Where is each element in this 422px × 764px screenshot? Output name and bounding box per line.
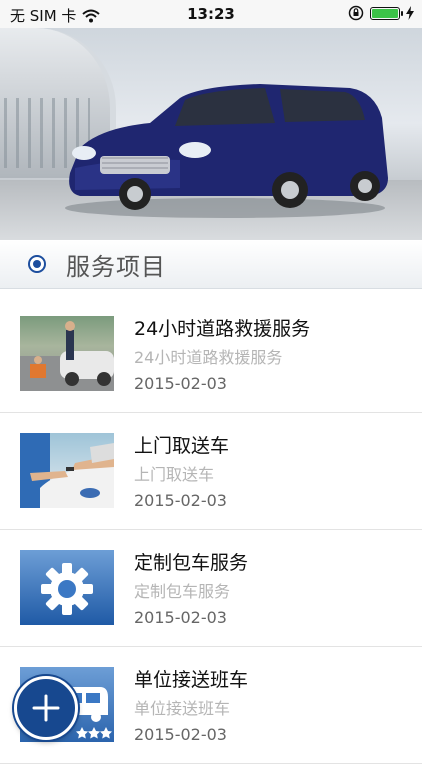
service-subtitle: 单位接送班车 [134,699,231,718]
gear-icon [20,550,114,625]
section-title: 服务项目 [66,252,166,281]
service-date: 2015-02-03 [134,725,227,744]
plus-icon [32,694,60,722]
service-date: 2015-02-03 [134,491,227,510]
service-title: 单位接送班车 [134,669,249,691]
rotation-lock-icon [348,5,364,21]
service-subtitle: 上门取送车 [134,465,215,484]
status-bar: 无 SIM 卡 13:23 [0,0,422,28]
list-item[interactable]: 定制包车服务 定制包车服务 2015-02-03 [0,530,422,647]
service-title: 24小时道路救援服务 [134,318,311,340]
charging-bolt-icon [406,6,414,20]
service-date: 2015-02-03 [134,374,227,393]
service-date: 2015-02-03 [134,608,227,627]
section-header: 服务项目 [0,240,422,289]
roadside-assistance-photo [20,316,114,391]
status-right [348,5,414,21]
service-subtitle: 定制包车服务 [134,582,231,601]
service-title: 定制包车服务 [134,552,249,574]
radio-dot-icon [28,255,46,273]
service-title: 上门取送车 [134,435,230,457]
car-key-handover-photo [20,433,114,508]
service-subtitle: 24小时道路救援服务 [134,348,283,367]
add-button[interactable] [14,676,78,740]
list-item[interactable]: 24小时道路救援服务 24小时道路救援服务 2015-02-03 [0,296,422,413]
minivan-graphic [65,84,388,218]
banner-image[interactable] [0,28,422,240]
battery-icon [370,6,403,20]
list-item[interactable]: 上门取送车 上门取送车 2015-02-03 [0,413,422,530]
